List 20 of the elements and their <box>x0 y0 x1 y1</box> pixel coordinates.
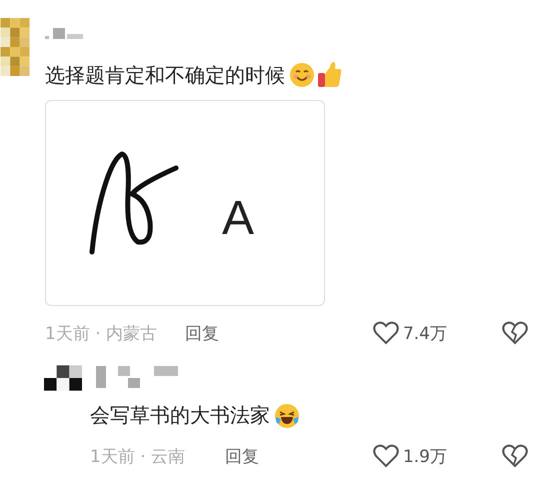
avatar <box>44 364 82 392</box>
time-location: 1天前 · 云南 <box>90 446 186 468</box>
thumbs-up-icon <box>317 60 343 90</box>
avatar <box>0 18 30 76</box>
image-card[interactable]: A <box>45 100 325 306</box>
heart-icon[interactable] <box>372 321 399 345</box>
laughing-face-icon <box>274 402 300 428</box>
reply-button[interactable]: 回复 <box>225 444 260 468</box>
time-location: 1天前 · 内蒙古 <box>45 322 158 344</box>
comment-text: 选择题肯定和不确定的时候 <box>45 62 285 88</box>
reply-button[interactable]: 回复 <box>185 322 220 344</box>
broken-heart-icon[interactable] <box>502 444 528 468</box>
comment-text: 会写草书的大书法家 <box>90 402 270 429</box>
like-count: 1.9万 <box>402 446 447 468</box>
letter: A <box>222 190 254 246</box>
broken-heart-icon[interactable] <box>502 321 528 345</box>
heart-icon[interactable] <box>372 444 399 468</box>
blurred-name <box>45 28 85 40</box>
smiling-face-icon <box>289 62 315 88</box>
like-count: 7.4万 <box>402 322 447 344</box>
